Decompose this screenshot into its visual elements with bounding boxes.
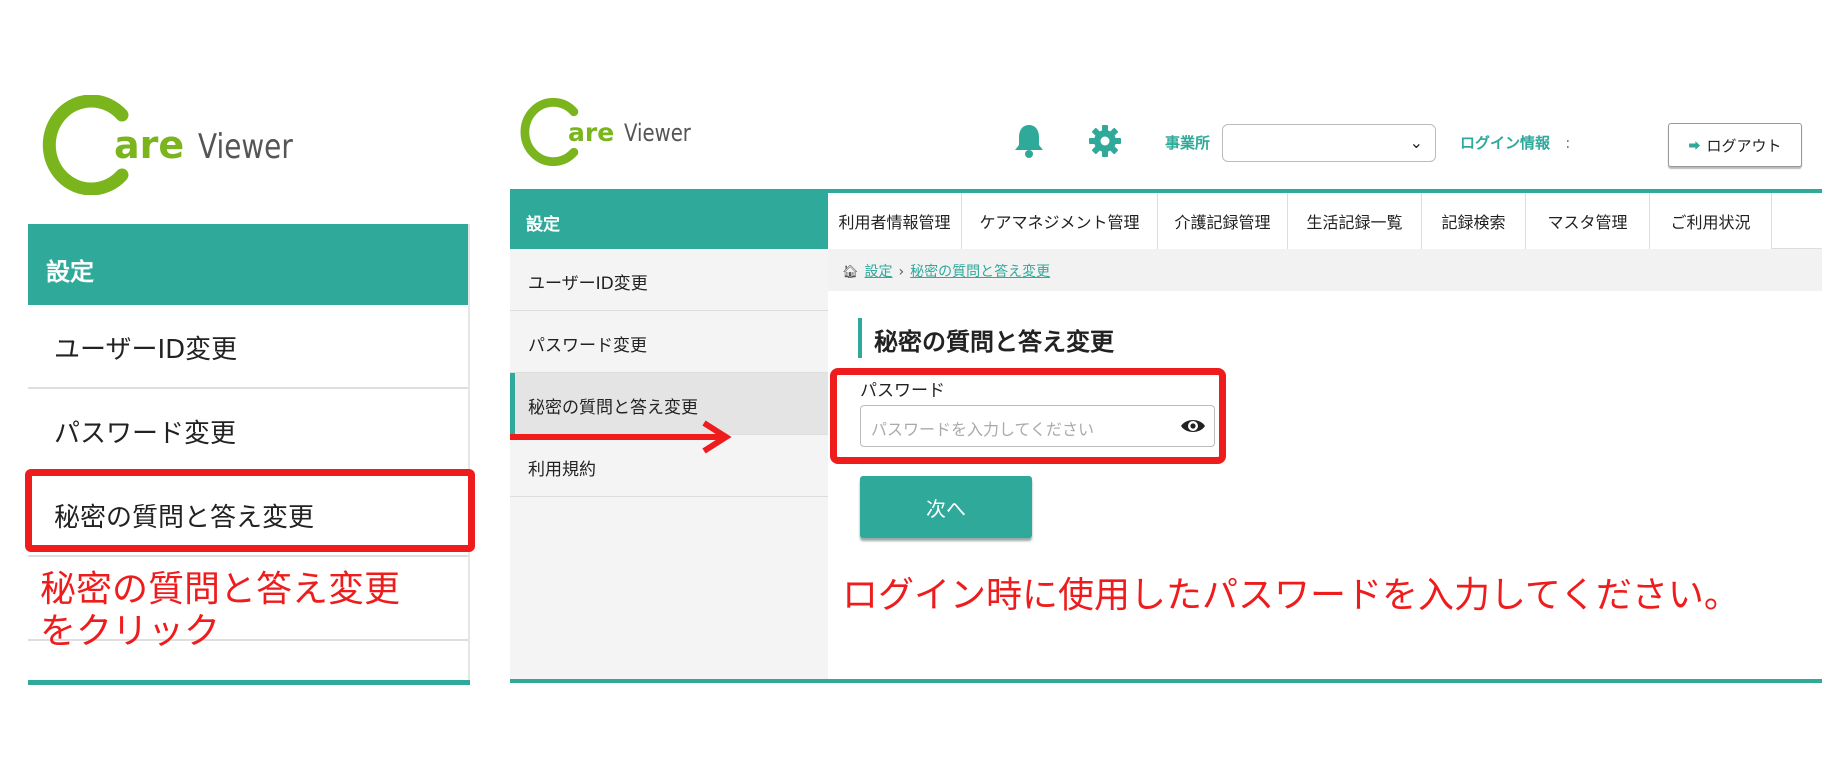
zoom-item-user-id-change[interactable]: ユーザーID変更	[28, 305, 468, 389]
zoom-instruction-caption: 秘密の質問と答え変更 をクリック	[40, 569, 460, 653]
tab-user-info-management[interactable]: 利用者情報管理	[828, 193, 962, 249]
bell-icon[interactable]	[1013, 123, 1045, 159]
logout-button-label: ログアウト	[1706, 136, 1782, 155]
logo-viewer-text: Viewer	[198, 127, 293, 167]
office-label: 事業所	[1165, 134, 1211, 152]
zoom-highlight-box	[25, 469, 475, 552]
care-viewer-logo: are Viewer	[42, 95, 314, 195]
app-logo-c-mark	[520, 98, 582, 166]
login-info-label: ログイン情報	[1460, 134, 1551, 152]
sidebar-item-password-change[interactable]: パスワード変更	[510, 311, 828, 373]
tab-life-record-list[interactable]: 生活記録一覧	[1288, 193, 1422, 249]
zoom-caption-line-1: 秘密の質問と答え変更	[40, 569, 401, 610]
sidebar: ユーザーID変更 パスワード変更 秘密の質問と答え変更 利用規約	[510, 249, 828, 679]
home-icon: 🏠︎	[842, 265, 859, 280]
pointer-arrow-icon	[510, 420, 732, 454]
chevron-down-icon: ⌄	[1409, 133, 1423, 152]
login-info-colon: :	[1565, 134, 1571, 152]
zoom-item-password-change[interactable]: パスワード変更	[28, 389, 468, 473]
breadcrumb-current-link[interactable]: 秘密の質問と答え変更	[910, 264, 1050, 280]
zoom-caption-line-2: をクリック	[40, 611, 221, 652]
login-info: ログイン情報 :	[1460, 132, 1570, 153]
zoomed-settings-menu: 設定 ユーザーID変更 パスワード変更 秘密の質問と答え変更 秘密の質問と答え変…	[25, 224, 475, 685]
app-care-viewer-logo[interactable]: are Viewer	[520, 98, 706, 166]
zoom-bottom-divider	[28, 680, 470, 685]
footer-divider	[510, 679, 1822, 683]
tab-master-management[interactable]: マスタ管理	[1526, 193, 1650, 249]
office-select[interactable]: ⌄	[1222, 124, 1436, 162]
breadcrumb: 🏠︎ 設定 › 秘密の質問と答え変更	[828, 249, 1822, 291]
next-button[interactable]: 次へ	[860, 476, 1032, 538]
password-highlight-box	[830, 368, 1226, 464]
top-navigation: 利用者情報管理 ケアマネジメント管理 介護記録管理 生活記録一覧 記録検索 マス…	[828, 193, 1822, 249]
sidebar-item-user-id-change[interactable]: ユーザーID変更	[510, 249, 828, 311]
gear-icon[interactable]	[1088, 124, 1122, 158]
zoom-settings-header: 設定	[28, 224, 468, 305]
tab-usage-status[interactable]: ご利用状況	[1650, 193, 1772, 249]
tab-care-management[interactable]: ケアマネジメント管理	[962, 193, 1158, 249]
breadcrumb-settings-link[interactable]: 設定	[865, 264, 893, 280]
password-instruction-caption: ログイン時に使用したパスワードを入力してください。	[842, 575, 1740, 616]
app-logo-viewer-text: Viewer	[624, 118, 692, 147]
sidebar-title: 設定	[510, 193, 828, 249]
logo-c-mark	[42, 95, 134, 195]
breadcrumb-separator: ›	[898, 264, 905, 280]
tab-care-record-management[interactable]: 介護記録管理	[1158, 193, 1288, 249]
page-title: 秘密の質問と答え変更	[858, 318, 1114, 358]
logout-icon: ⮕	[1688, 138, 1701, 153]
logout-button[interactable]: ⮕ ログアウト	[1668, 123, 1802, 167]
tab-record-search[interactable]: 記録検索	[1422, 193, 1526, 249]
